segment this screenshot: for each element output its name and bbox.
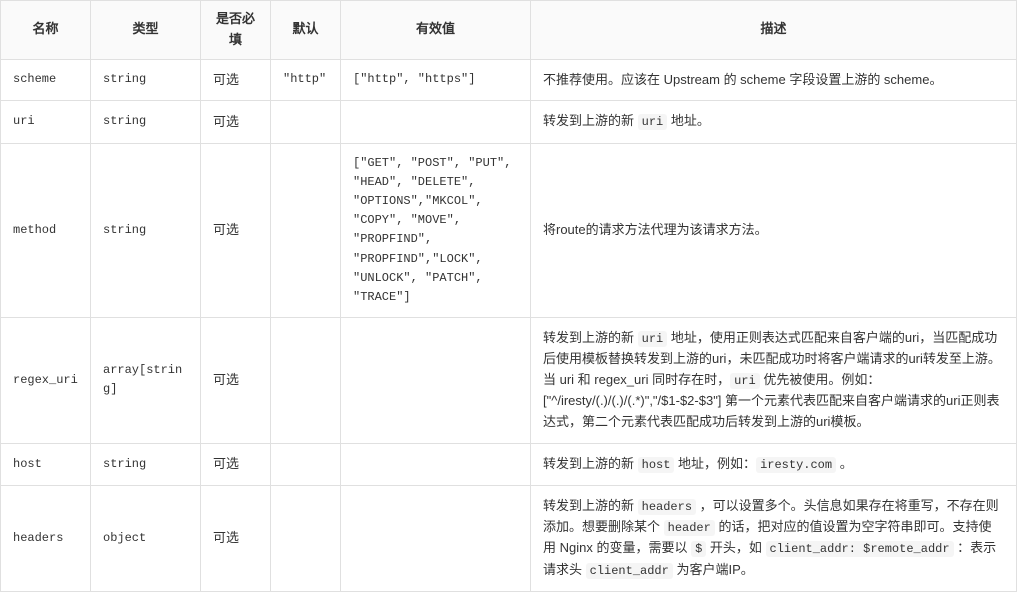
cell-default: [271, 486, 341, 592]
table-row: hoststring可选 转发到上游的新 host 地址，例如：iresty.co…: [1, 443, 1017, 485]
cell-name: method: [1, 143, 91, 318]
cell-type: string: [91, 59, 201, 101]
cell-name: regex_uri: [1, 318, 91, 444]
cell-required: 可选: [201, 486, 271, 592]
cell-type: array[string]: [91, 318, 201, 444]
cell-desc: 不推荐使用。应该在 Upstream 的 scheme 字段设置上游的 sche…: [531, 59, 1017, 101]
table-row: schemestring可选"http"["http", "https"]不推荐…: [1, 59, 1017, 101]
cell-required: 可选: [201, 101, 271, 143]
cell-type: string: [91, 143, 201, 318]
cell-name: scheme: [1, 59, 91, 101]
cell-required: 可选: [201, 143, 271, 318]
cell-name: uri: [1, 101, 91, 143]
cell-valid: [341, 101, 531, 143]
params-table: 名称 类型 是否必填 默认 有效值 描述 schemestring可选"http…: [0, 0, 1017, 592]
cell-required: 可选: [201, 59, 271, 101]
cell-type: string: [91, 101, 201, 143]
cell-default: [271, 443, 341, 485]
cell-name: headers: [1, 486, 91, 592]
cell-desc: 将route的请求方法代理为该请求方法。: [531, 143, 1017, 318]
col-type: 类型: [91, 1, 201, 60]
cell-default: [271, 318, 341, 444]
col-required: 是否必填: [201, 1, 271, 60]
cell-type: string: [91, 443, 201, 485]
cell-valid: [341, 486, 531, 592]
table-header-row: 名称 类型 是否必填 默认 有效值 描述: [1, 1, 1017, 60]
cell-valid: ["http", "https"]: [341, 59, 531, 101]
table-row: methodstring可选 ["GET", "POST", "PUT", "HE…: [1, 143, 1017, 318]
cell-default: [271, 101, 341, 143]
table-row: regex_uriarray[string]可选 转发到上游的新 uri 地址，使…: [1, 318, 1017, 444]
cell-valid: ["GET", "POST", "PUT", "HEAD", "DELETE",…: [341, 143, 531, 318]
cell-desc: 转发到上游的新 uri 地址。: [531, 101, 1017, 143]
cell-type: object: [91, 486, 201, 592]
cell-default: [271, 143, 341, 318]
cell-required: 可选: [201, 318, 271, 444]
cell-required: 可选: [201, 443, 271, 485]
col-default: 默认: [271, 1, 341, 60]
cell-name: host: [1, 443, 91, 485]
table-row: uristring可选 转发到上游的新 uri 地址。: [1, 101, 1017, 143]
cell-desc: 转发到上游的新 uri 地址，使用正则表达式匹配来自客户端的uri，当匹配成功后…: [531, 318, 1017, 444]
cell-desc: 转发到上游的新 headers ，可以设置多个。头信息如果存在将重写，不存在则添…: [531, 486, 1017, 592]
cell-valid: [341, 318, 531, 444]
cell-valid: [341, 443, 531, 485]
col-desc: 描述: [531, 1, 1017, 60]
table-row: headersobject可选 转发到上游的新 headers ，可以设置多个。头…: [1, 486, 1017, 592]
col-name: 名称: [1, 1, 91, 60]
cell-desc: 转发到上游的新 host 地址，例如：iresty.com 。: [531, 443, 1017, 485]
cell-default: "http": [271, 59, 341, 101]
col-valid: 有效值: [341, 1, 531, 60]
